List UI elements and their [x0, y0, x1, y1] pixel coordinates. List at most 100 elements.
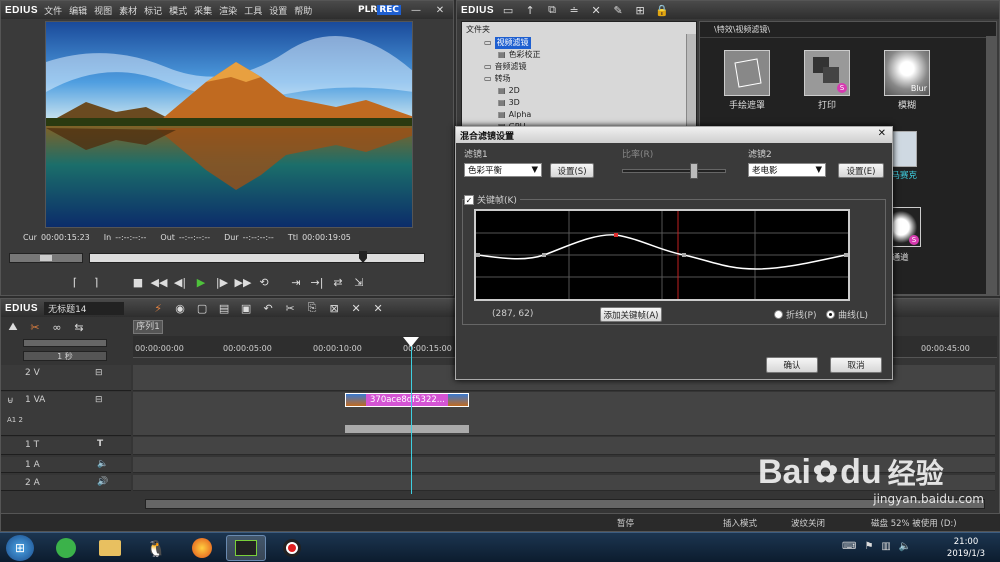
cancel-button[interactable]: 取消	[830, 357, 882, 373]
menu-item-3[interactable]: 素材	[119, 4, 137, 17]
position-scrubber[interactable]	[89, 253, 425, 263]
track-head-1a[interactable]: 1 A 🔈	[1, 457, 131, 473]
tree-item[interactable]: ▭ 音频滤镜	[462, 61, 696, 73]
open-icon[interactable]: ▤	[216, 300, 232, 316]
trim-icon[interactable]: ✕	[370, 300, 386, 316]
cut-icon[interactable]: ✂	[282, 300, 298, 316]
plr-label[interactable]: PLR	[358, 5, 377, 15]
split-icon[interactable]: ≐	[566, 2, 582, 18]
new-project-icon[interactable]: ▢	[194, 300, 210, 316]
dialog-close-icon[interactable]: ✕	[878, 128, 886, 139]
track-head-1t[interactable]: 1 T T	[1, 437, 131, 455]
clock[interactable]: 21:00 2019/1/3	[938, 536, 994, 560]
mark-in-icon[interactable]: ⌈	[67, 274, 83, 290]
ratio-slider-handle[interactable]	[690, 163, 698, 179]
settings1-button[interactable]: 设置(S)	[550, 163, 594, 178]
properties-icon[interactable]: ✎	[610, 2, 626, 18]
effect-item-2[interactable]: Blur 模糊	[872, 50, 942, 111]
loop-icon[interactable]: ⟲	[256, 274, 272, 290]
overwrite-icon[interactable]: →|	[309, 274, 325, 290]
track-expand-icon[interactable]: ⊟	[95, 368, 103, 378]
audio-clip[interactable]	[345, 425, 469, 433]
tree-item[interactable]: ▭ 转场	[462, 73, 696, 85]
menu-item-6[interactable]: 采集	[194, 4, 212, 17]
keyboard-icon[interactable]: ⌨	[842, 541, 856, 552]
menu-item-4[interactable]: 标记	[144, 4, 162, 17]
ok-button[interactable]: 确认	[766, 357, 818, 373]
delete-icon[interactable]: ✕	[588, 2, 604, 18]
tree-item[interactable]: ▤ 2D	[462, 85, 696, 97]
close-icon[interactable]: ✕	[431, 3, 449, 17]
track-1va[interactable]	[133, 392, 995, 436]
rewind-icon[interactable]: ◀◀	[151, 274, 168, 290]
effect-item-0[interactable]: 手绘遮罩	[712, 50, 782, 111]
playhead[interactable]	[411, 338, 412, 494]
tree-item[interactable]: ▤ Alpha	[462, 109, 696, 121]
capture-icon[interactable]: ◉	[172, 300, 188, 316]
keyframe-checkbox[interactable]: ✓ 关键帧(K)	[464, 193, 520, 206]
settings2-button[interactable]: 设置(E)	[838, 163, 884, 178]
delete-clip-icon[interactable]: ✕	[348, 300, 364, 316]
flag-icon[interactable]: ⚑	[864, 541, 873, 552]
track-head-2v[interactable]: 2 V ⊟	[1, 365, 131, 391]
view-icon[interactable]: ⊞	[632, 2, 648, 18]
speaker-icon[interactable]: 🔊	[97, 477, 108, 487]
menu-item-0[interactable]: 文件	[44, 4, 62, 17]
lock-icon[interactable]: 🔒	[654, 2, 670, 18]
menu-item-7[interactable]: 渲染	[219, 4, 237, 17]
step-back-icon[interactable]: ◀|	[172, 274, 188, 290]
stop-icon[interactable]: ■	[130, 274, 146, 290]
tree-item[interactable]: ▤ 3D	[462, 97, 696, 109]
menu-item-2[interactable]: 视图	[94, 4, 112, 17]
menu-item-5[interactable]: 模式	[169, 4, 187, 17]
zoom-slider[interactable]	[23, 339, 107, 347]
paste-icon[interactable]: ⎘	[304, 300, 320, 316]
mark-out-icon[interactable]: ⌉	[88, 274, 104, 290]
menu-item-9[interactable]: 设置	[269, 4, 287, 17]
audio-patch-icon[interactable]: A1 2	[7, 416, 23, 424]
track-head-1va[interactable]: 1 VA ⊟ ⊌ A1 2	[1, 392, 131, 436]
sequence-tab[interactable]: 序列1	[133, 320, 163, 334]
filter2-select[interactable]: 老电影 ▼	[748, 163, 826, 177]
track-expand-icon[interactable]: ⊟	[95, 395, 103, 405]
tree-item[interactable]: ▤ 色彩校正	[462, 49, 696, 61]
network-icon[interactable]: ▥	[881, 541, 890, 552]
copy-icon[interactable]: ⧉	[544, 2, 560, 18]
rec-label[interactable]: REC	[377, 5, 401, 15]
save-icon[interactable]: ▣	[238, 300, 254, 316]
taskbar-app-recorder[interactable]	[272, 535, 312, 561]
link-icon[interactable]: ∞	[49, 319, 65, 335]
taskbar-app-green[interactable]	[46, 535, 86, 561]
start-button[interactable]: ⊞	[6, 535, 34, 561]
title-track-icon[interactable]: T	[97, 439, 103, 449]
polyline-radio[interactable]: 折线(P)	[774, 308, 816, 321]
scale-control[interactable]: 1 秒	[23, 351, 107, 361]
taskbar-app-firefox[interactable]	[182, 535, 222, 561]
curve-radio[interactable]: 曲线(L)	[826, 308, 868, 321]
play-icon[interactable]: ▶	[193, 274, 209, 290]
taskbar-app-edius[interactable]	[226, 535, 266, 561]
track-lock-icon[interactable]: ⊌	[7, 396, 14, 406]
split-clip-icon[interactable]: ⊠	[326, 300, 342, 316]
effect-item-1[interactable]: S 打印	[792, 50, 862, 111]
folder-icon[interactable]: ▭	[500, 2, 516, 18]
tree-item[interactable]: ▭ 视频滤镜	[462, 37, 696, 49]
export-icon[interactable]: ⇲	[351, 274, 367, 290]
sync-icon[interactable]: ⇆	[71, 319, 87, 335]
fast-forward-icon[interactable]: ▶▶	[235, 274, 252, 290]
keyframe-graph[interactable]	[474, 209, 850, 301]
insert-icon[interactable]: ⇥	[288, 274, 304, 290]
volume-icon[interactable]: 🔈	[899, 541, 911, 552]
filter1-select[interactable]: 色彩平衡 ▼	[464, 163, 542, 177]
track-head-2a[interactable]: 2 A 🔊	[1, 475, 131, 491]
video-clip[interactable]: 370ace8df5322...	[345, 393, 469, 407]
taskbar-app-explorer[interactable]	[90, 535, 130, 561]
undo-icon[interactable]: ↶	[260, 300, 276, 316]
mode-icon[interactable]: ⛰	[5, 319, 21, 335]
menu-item-1[interactable]: 编辑	[69, 4, 87, 17]
replace-icon[interactable]: ⇄	[330, 274, 346, 290]
taskbar-app-qq[interactable]: 🐧	[136, 535, 176, 561]
ripple-icon[interactable]: ✂	[27, 319, 43, 335]
step-forward-icon[interactable]: |▶	[214, 274, 230, 290]
ratio-slider[interactable]	[622, 169, 726, 173]
